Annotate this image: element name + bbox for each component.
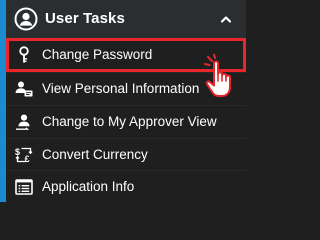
menu-item-change-to-my-approver-view[interactable]: Change to My Approver View — [6, 104, 246, 138]
menu-item-label: Convert Currency — [42, 146, 148, 162]
menu-item-label: Change Password — [42, 47, 153, 62]
user-tasks-header[interactable]: User Tasks — [6, 0, 246, 38]
menu-item-label: Change to My Approver View — [42, 113, 217, 129]
menu-item-label: View Personal Information — [42, 81, 200, 96]
svg-text:$: $ — [15, 147, 20, 157]
currency-exchange-icon: $ £ — [15, 147, 33, 164]
menu-item-label: Application Info — [42, 179, 135, 195]
user-switch-icon — [16, 114, 30, 130]
chevron-up-icon[interactable] — [220, 13, 232, 25]
menu-item-convert-currency[interactable]: $ £ Convert Currency — [6, 137, 246, 171]
key-icon — [19, 46, 29, 63]
menu-item-application-info[interactable]: Application Info — [6, 170, 246, 203]
svg-text:£: £ — [25, 154, 30, 164]
user-card-icon — [15, 81, 33, 97]
hand-pointer-icon — [204, 54, 231, 97]
list-window-icon — [15, 179, 33, 196]
user-tasks-panel: User Tasks Change Password View Personal… — [0, 0, 246, 202]
header-title: User Tasks — [45, 10, 125, 27]
user-circle-icon — [14, 7, 38, 31]
